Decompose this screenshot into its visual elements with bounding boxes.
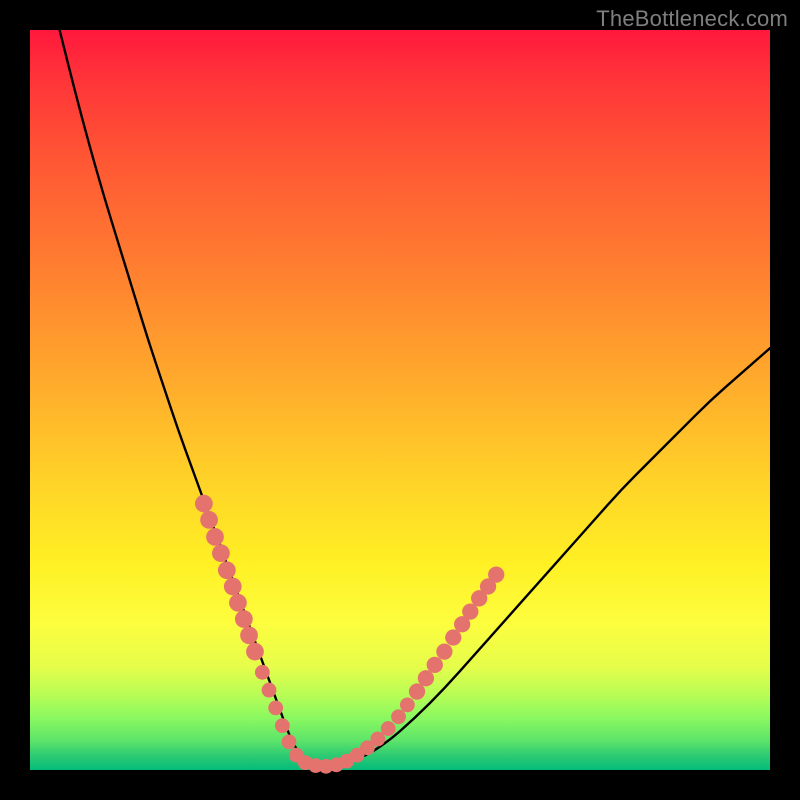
curve-dot: [400, 697, 415, 712]
curve-dot: [218, 561, 236, 579]
curve-dot: [275, 718, 290, 733]
curve-dot: [229, 594, 247, 612]
curve-dot: [206, 528, 224, 546]
chart-stage: TheBottleneck.com: [0, 0, 800, 800]
curve-dot: [195, 495, 213, 513]
bottleneck-curve: [60, 30, 770, 766]
curve-dot: [255, 665, 270, 680]
curve-dot: [262, 683, 277, 698]
curve-dot: [409, 683, 425, 699]
watermark-text: TheBottleneck.com: [596, 6, 788, 32]
curve-dot: [282, 734, 297, 749]
curve-dot: [427, 657, 443, 673]
curve-dot: [418, 670, 434, 686]
chart-overlay-svg: [30, 30, 770, 770]
curve-dot: [488, 567, 504, 583]
curve-dot: [212, 544, 230, 562]
curve-dot: [200, 511, 218, 529]
curve-dots: [195, 495, 504, 774]
curve-dot: [235, 610, 253, 628]
curve-dot: [224, 578, 242, 596]
curve-dot: [445, 629, 461, 645]
curve-dot: [246, 643, 264, 661]
curve-dot: [391, 709, 406, 724]
curve-dot: [436, 643, 452, 659]
curve-dot: [462, 604, 478, 620]
curve-dot: [240, 626, 258, 644]
curve-dot: [268, 700, 283, 715]
curve-dot: [381, 721, 396, 736]
